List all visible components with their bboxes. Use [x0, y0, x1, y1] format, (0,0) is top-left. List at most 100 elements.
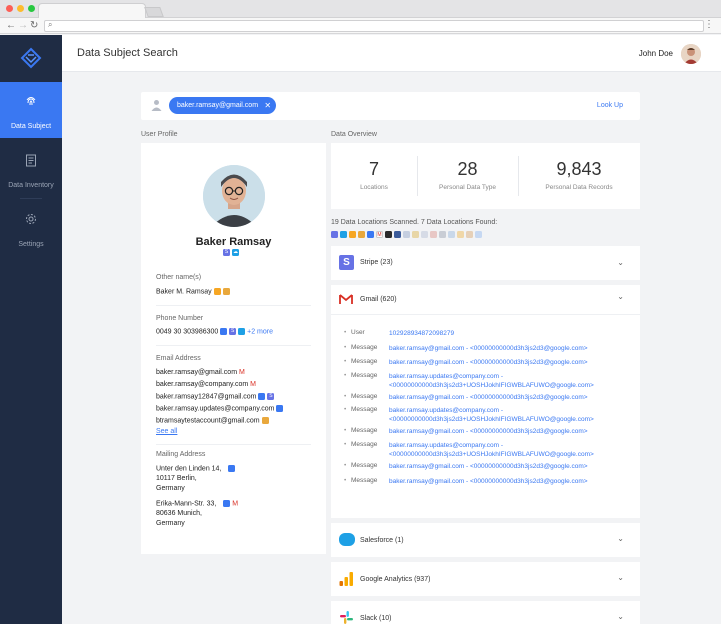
- phone-more-link[interactable]: +2 more: [247, 328, 273, 335]
- record-value[interactable]: baker.ramsay@gmail.com - <00000000000d3h…: [389, 462, 629, 471]
- browser-tab[interactable]: [38, 3, 146, 18]
- avatar[interactable]: [681, 44, 701, 64]
- email-item: baker.ramsay.updates@company.com: [156, 405, 284, 412]
- accordion-stripe[interactable]: S Stripe (23) ⌄: [331, 246, 640, 280]
- maximize-window-button[interactable]: [28, 5, 35, 12]
- accordion-google-analytics[interactable]: Google Analytics (937) ⌄: [331, 562, 640, 596]
- record-value[interactable]: 102928934872098279: [389, 329, 629, 338]
- chevron-down-icon[interactable]: ⌄: [617, 258, 624, 267]
- other-names-value: Baker M. Ramsay: [156, 288, 230, 295]
- profile-source-icons: S ☁: [223, 249, 239, 256]
- profile-divider: [156, 345, 311, 346]
- record-value[interactable]: baker.ramsay@gmail.com - <00000000000d3h…: [389, 393, 629, 402]
- email-item: baker.ramsay12847@gmail.com S: [156, 393, 275, 401]
- analytics-icon: [213, 288, 221, 295]
- sidebar-item-data-subject[interactable]: Data Subject: [0, 82, 62, 138]
- record-key: Message: [351, 462, 378, 469]
- section-title-data-overview: Data Overview: [331, 131, 377, 138]
- search-icon: ⌕: [48, 20, 53, 29]
- gmail-icon: M: [250, 381, 256, 388]
- analytics-icon: [349, 231, 356, 238]
- app-logo-icon[interactable]: [20, 47, 42, 69]
- gmail-icon: [339, 294, 353, 304]
- slack-icon: [261, 417, 269, 424]
- user-profile-card: Baker Ramsay S ☁ Other name(s) Baker M. …: [141, 143, 326, 554]
- accordion-slack[interactable]: Slack (10) ⌄: [331, 601, 640, 624]
- other-names-label: Other name(s): [156, 274, 202, 281]
- forward-icon[interactable]: →: [18, 19, 28, 33]
- record-value[interactable]: baker.ramsay@gmail.com - <00000000000d3h…: [389, 344, 629, 353]
- chevron-down-icon[interactable]: ⌄: [617, 573, 624, 582]
- phone-text: 0049 30 303986300: [156, 328, 219, 336]
- accordion-salesforce[interactable]: Salesforce (1) ⌄: [331, 523, 640, 557]
- source-icon: [421, 231, 428, 238]
- database-icon: [228, 465, 236, 472]
- accordion-title: Salesforce (1): [360, 537, 404, 544]
- record-value[interactable]: baker.ramsay.updates@company.com - <0000…: [389, 441, 629, 459]
- mailing-label: Mailing Address: [156, 451, 206, 458]
- email-text: baker.ramsay@gmail.com: [156, 369, 238, 376]
- stat-label: Personal Data Records: [545, 184, 613, 191]
- source-icon: [466, 231, 473, 238]
- database-icon: [220, 328, 228, 335]
- box-icon: [394, 231, 401, 238]
- minimize-window-button[interactable]: [17, 5, 24, 12]
- salesforce-icon: ☁: [232, 249, 239, 256]
- gmail-records: • User 102928934872098279 • Message bake…: [331, 314, 640, 518]
- gear-icon: [26, 214, 36, 224]
- sidebar-item-settings[interactable]: Settings: [0, 200, 62, 256]
- gmail-icon: M: [232, 500, 239, 508]
- chevron-down-icon[interactable]: ⌄: [617, 612, 624, 621]
- source-icon: [448, 231, 455, 238]
- sidebar-item-data-inventory[interactable]: Data Inventory: [0, 141, 62, 197]
- record-value[interactable]: baker.ramsay@gmail.com - <00000000000d3h…: [389, 358, 629, 367]
- record-key: Message: [351, 427, 378, 434]
- close-window-button[interactable]: [6, 5, 13, 12]
- address-line: 10117 Berlin,: [156, 475, 197, 482]
- slack-icon: [222, 288, 230, 295]
- new-tab-button[interactable]: [144, 7, 164, 17]
- email-text: baker.ramsay12847@gmail.com: [156, 393, 257, 401]
- user-name[interactable]: John Doe: [639, 49, 673, 58]
- address-bar[interactable]: ⌕: [44, 20, 704, 32]
- email-item: btramsaytestaccount@gmail.com: [156, 417, 269, 424]
- lookup-button[interactable]: Look Up: [597, 102, 623, 109]
- app-header: Data Subject Search John Doe: [62, 35, 721, 72]
- address-text: Unter den Linden 14,: [156, 465, 222, 473]
- stripe-icon: S: [229, 328, 237, 335]
- back-icon[interactable]: ←: [6, 19, 16, 33]
- email-text: baker.ramsay@company.com: [156, 381, 249, 388]
- record-key: Message: [351, 441, 378, 448]
- gmail-icon: M: [376, 231, 383, 238]
- dropbox-icon: [385, 231, 392, 238]
- search-chip-label: baker.ramsay@gmail.com: [177, 102, 259, 109]
- stripe-icon: [331, 231, 338, 238]
- chevron-down-icon[interactable]: ⌄: [617, 534, 624, 543]
- source-icon: [412, 231, 419, 238]
- search-chip[interactable]: baker.ramsay@gmail.com ✕: [169, 97, 277, 114]
- sidebar-item-label: Data Inventory: [8, 182, 54, 189]
- email-text: btramsaytestaccount@gmail.com: [156, 417, 260, 425]
- browser-menu-icon[interactable]: ⋮: [704, 19, 714, 30]
- stat-value: 7: [368, 159, 379, 179]
- record-value[interactable]: baker.ramsay@gmail.com - <00000000000d3h…: [389, 477, 629, 486]
- gmail-icon: M: [238, 369, 245, 376]
- close-icon[interactable]: ✕: [264, 97, 271, 114]
- database-icon: [367, 231, 374, 238]
- record-value[interactable]: baker.ramsay@gmail.com - <00000000000d3h…: [389, 427, 629, 436]
- accordion-gmail[interactable]: Gmail (620) ⌄: [331, 285, 640, 314]
- stat-value: 28: [457, 159, 478, 179]
- email-label: Email Address: [156, 355, 201, 362]
- stat-personal-data-type: 28 Personal Data Type: [417, 143, 518, 209]
- other-names-text: Baker M. Ramsay: [156, 288, 212, 296]
- see-all-link[interactable]: See all: [156, 428, 177, 435]
- search-bar: baker.ramsay@gmail.com ✕ Look Up: [141, 92, 640, 120]
- database-icon: [223, 500, 231, 507]
- reload-icon[interactable]: ↻: [30, 19, 38, 33]
- browser-toolbar: ← → ↻ ⌕ ⋮: [0, 18, 721, 34]
- stat-personal-data-records: 9,843 Personal Data Records: [518, 143, 640, 209]
- record-value[interactable]: baker.ramsay.updates@company.com - <0000…: [389, 406, 629, 424]
- chevron-up-icon[interactable]: ⌄: [617, 292, 624, 301]
- source-icon: [430, 231, 437, 238]
- record-value[interactable]: baker.ramsay.updates@company.com - <0000…: [389, 372, 629, 390]
